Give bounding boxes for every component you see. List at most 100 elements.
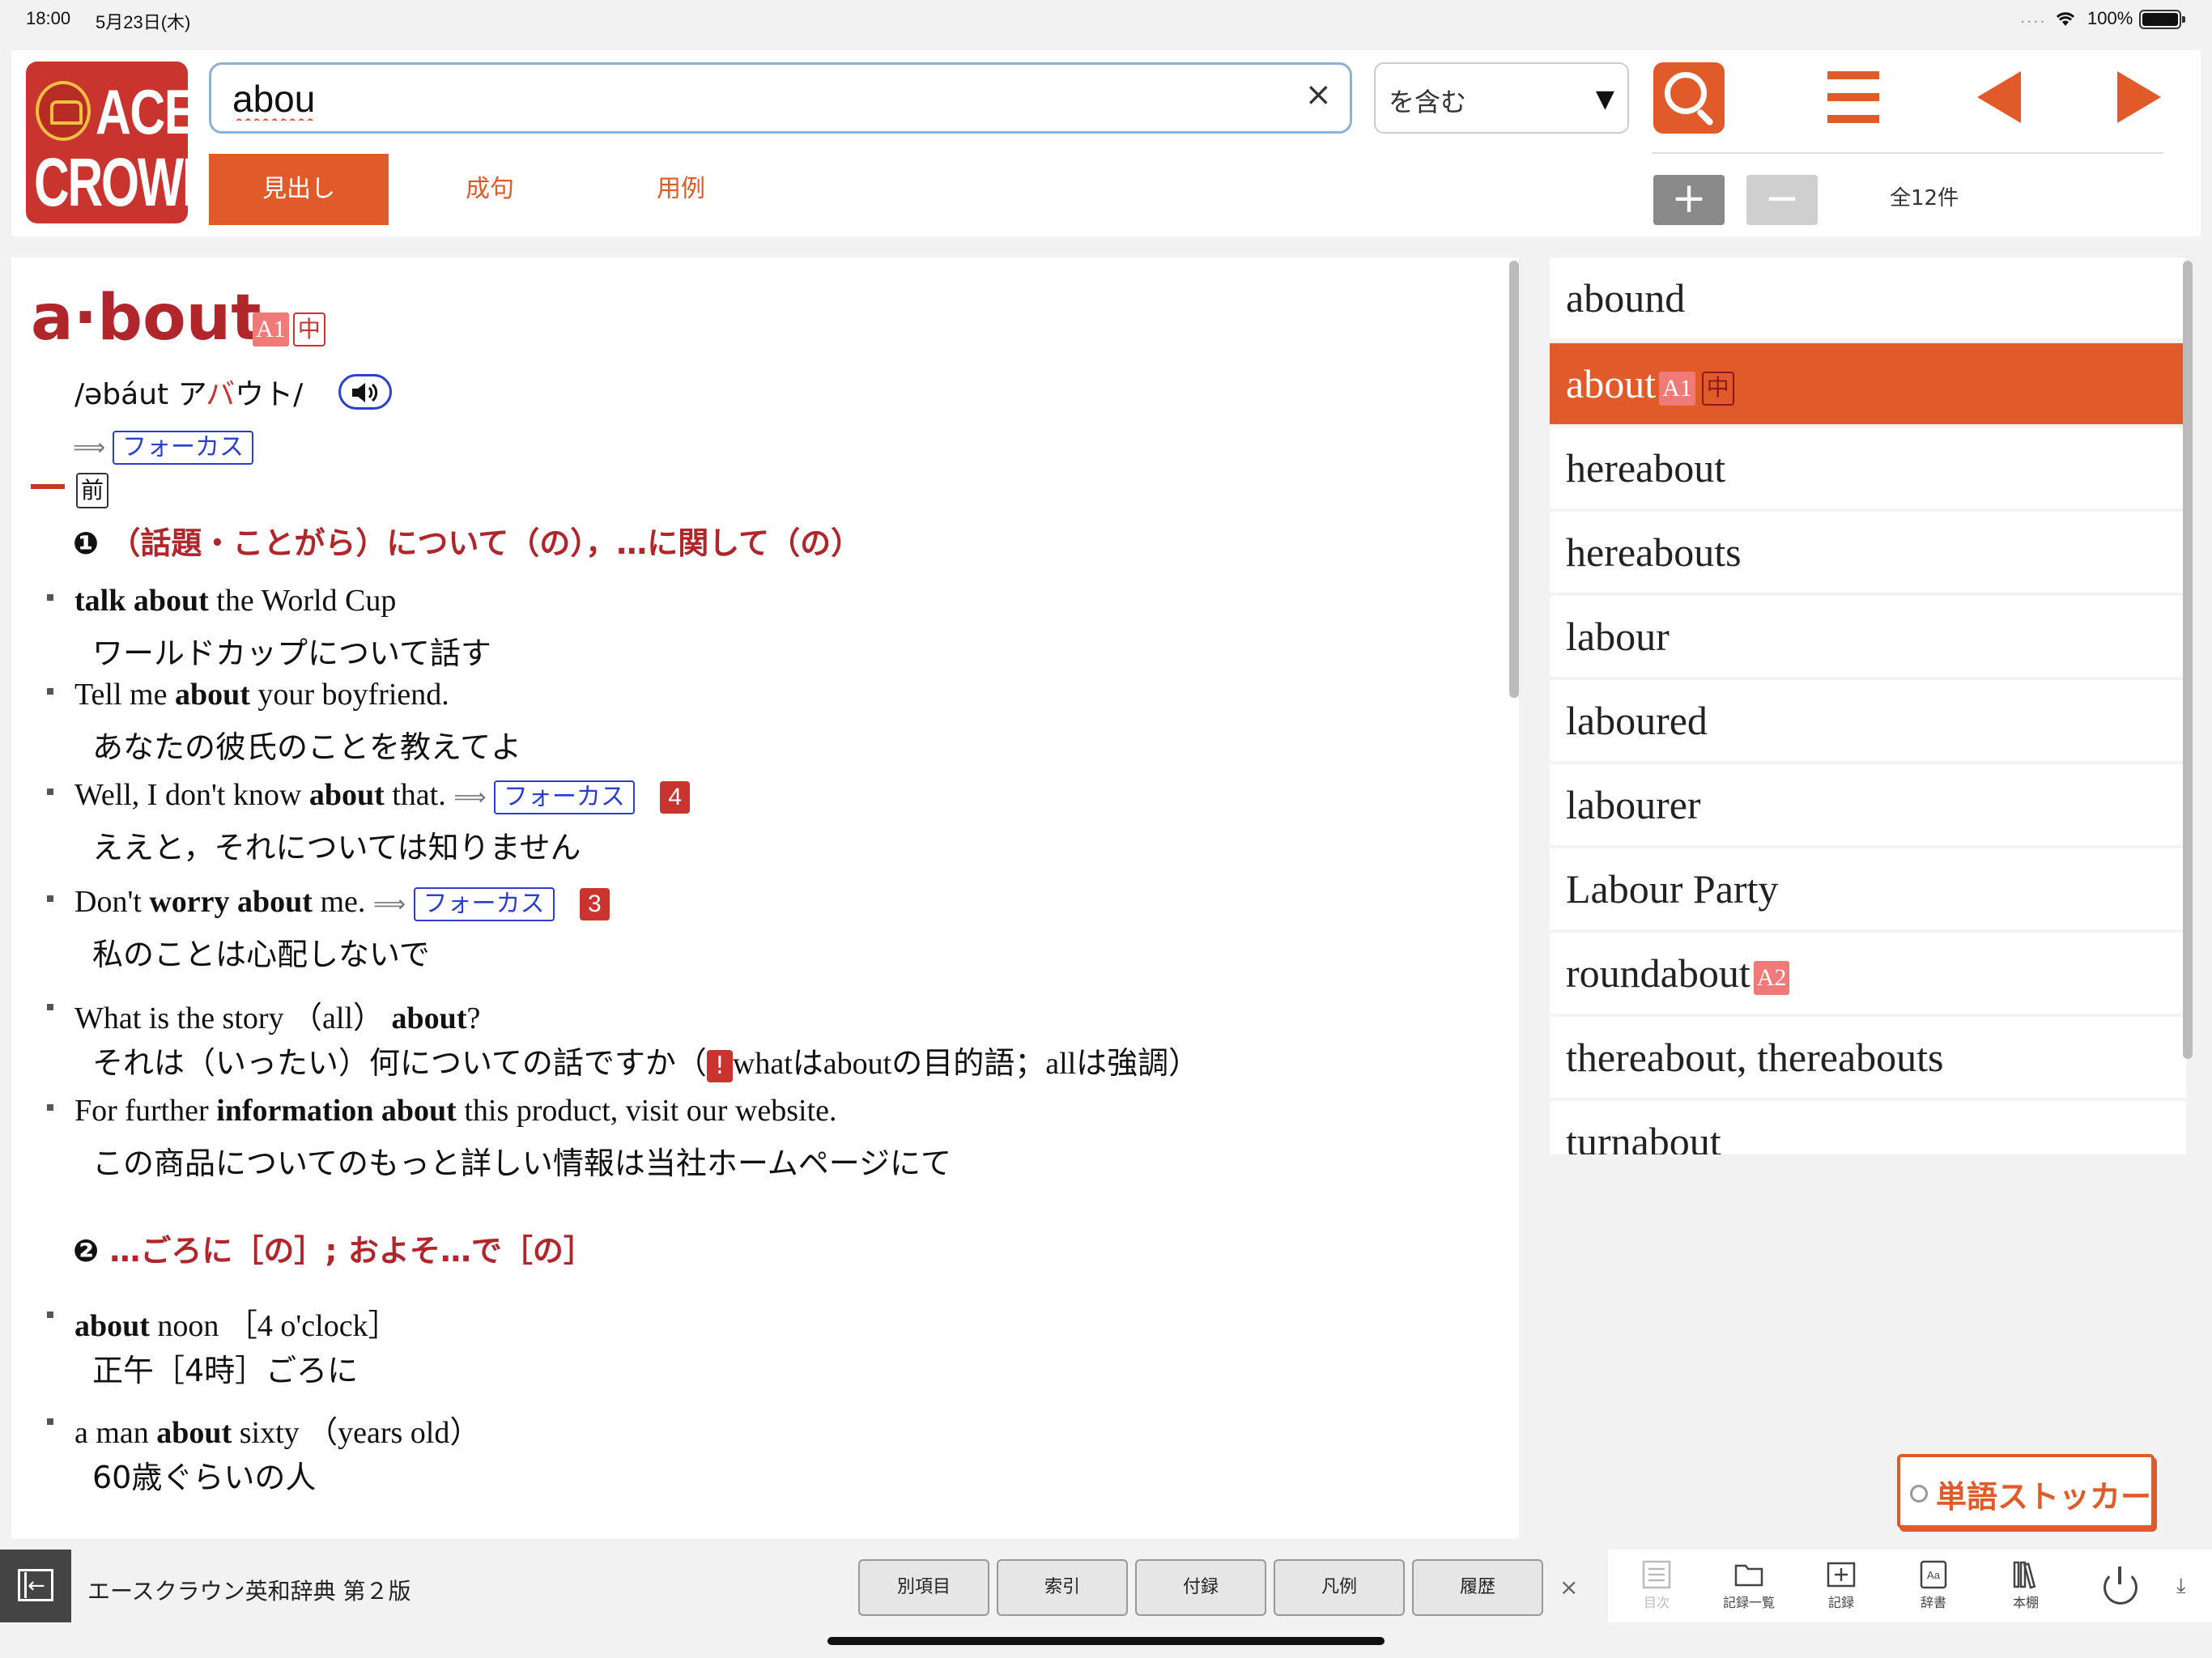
note-icon: !	[706, 1050, 733, 1082]
tab-headword[interactable]: 見出し	[209, 154, 389, 225]
wifi-icon	[2056, 12, 2075, 26]
clear-icon[interactable]: ×	[1304, 76, 1332, 113]
kana-3: ウト/	[235, 378, 304, 411]
focus-ref: ⟹ フォーカス	[73, 431, 254, 465]
search-input[interactable]	[232, 73, 1285, 125]
word-stocker-label: 単語ストッカー	[1936, 1479, 2152, 1515]
sense-number: ❶	[73, 525, 100, 561]
records-list-tool[interactable]: 記録一覧	[1716, 1559, 1781, 1611]
headword: a·bout	[31, 282, 262, 355]
appendix-button[interactable]: 付録	[1135, 1559, 1266, 1616]
speaker-icon[interactable]	[338, 374, 392, 410]
focus-link[interactable]: フォーカス	[493, 780, 635, 814]
download-icon[interactable]: ⤓	[2176, 1574, 2186, 1599]
status-time: 18:00	[26, 8, 71, 28]
search-box[interactable]: ×	[209, 62, 1352, 134]
sense-text: （話題・ことがら）について（の），…に関して（の）	[109, 525, 862, 561]
list-item[interactable]: thereabout, thereabouts	[1550, 1017, 2186, 1098]
legend-button[interactable]: 凡例	[1274, 1559, 1405, 1616]
list-item[interactable]: hereabouts	[1550, 512, 2186, 593]
frequency-badge: 3	[580, 888, 610, 920]
list-item[interactable]: hereabout	[1550, 427, 2186, 508]
close-icon[interactable]: ×	[1559, 1574, 1578, 1601]
list-item[interactable]: roundabout A2	[1550, 933, 2186, 1014]
collapse-icon[interactable]: ←	[0, 1550, 71, 1624]
power-icon[interactable]	[2104, 1567, 2138, 1605]
focus-link[interactable]: フォーカス	[413, 887, 555, 921]
multitask-dots[interactable]: ....	[2020, 6, 2046, 28]
home-indicator[interactable]	[827, 1637, 1385, 1645]
search-mode-value: を含む	[1389, 87, 1467, 117]
list-item[interactable]: labour	[1550, 596, 2186, 677]
result-list: abound about A1 中 hereabout hereabouts lab…	[1550, 257, 2186, 1154]
pos-dash	[31, 484, 65, 489]
zoom-in-button[interactable]: +	[1653, 175, 1725, 225]
bookshelf-tool[interactable]: 本棚	[1993, 1559, 2058, 1611]
list-item[interactable]: turnabout	[1550, 1101, 2186, 1154]
search-mode-select[interactable]: を含む ▼	[1374, 62, 1629, 134]
radio-icon	[1910, 1485, 1928, 1503]
toc-tool[interactable]: 目次	[1624, 1559, 1689, 1611]
list-item-selected[interactable]: about A1 中	[1550, 343, 2186, 424]
focus-link[interactable]: フォーカス	[113, 431, 254, 465]
dictionary-tool[interactable]: Aa 辞書	[1901, 1559, 1966, 1611]
example-keyword: about	[391, 1001, 467, 1035]
folder-icon	[1734, 1564, 1763, 1587]
next-arrow-icon[interactable]	[2117, 71, 2161, 123]
example-translation: あなたの彼氏のことを教えてよ	[92, 729, 522, 765]
list-item[interactable]: Labour Party	[1550, 848, 2186, 929]
chevron-down-icon: ▼	[1595, 85, 1614, 113]
result-count: 全12件	[1890, 186, 1959, 210]
example-translation: 正午［4時］ごろに	[92, 1353, 359, 1388]
example-keyword: about	[74, 1309, 150, 1343]
battery-icon	[2139, 10, 2185, 29]
example-translation: 60歳ぐらいの人	[92, 1460, 317, 1495]
tab-phrases[interactable]: 成句	[400, 154, 580, 225]
ace-crown-logo: ACE CROWN	[26, 62, 218, 223]
menu-icon[interactable]	[1827, 71, 1879, 123]
tab-examples[interactable]: 用例	[591, 154, 771, 225]
history-button[interactable]: 履歴	[1412, 1559, 1543, 1616]
sense-number: ❷	[73, 1233, 100, 1269]
double-arrow-icon: ⟹	[372, 892, 406, 917]
search-button[interactable]	[1653, 62, 1725, 134]
list-item[interactable]: labourer	[1550, 764, 2186, 845]
svg-text:Aa: Aa	[1927, 1569, 1941, 1581]
list-icon	[1642, 1560, 1671, 1589]
sense-1: ❶ （話題・ことがら）について（の），…に関して（の）	[73, 518, 861, 563]
list-item[interactable]: abound	[1550, 257, 2186, 338]
logo-text-ace: ACE	[96, 76, 197, 147]
headword-badges: A1 中	[253, 312, 325, 346]
example-translation: 私のことは心配しないで	[92, 937, 430, 972]
example-keyword: worry about	[149, 885, 313, 919]
search-icon	[1665, 72, 1707, 114]
double-arrow-icon: ⟹	[73, 434, 106, 461]
kana-1: ア	[177, 378, 206, 411]
divider	[1652, 152, 2163, 154]
word-stocker-button[interactable]: 単語ストッカー	[1897, 1454, 2155, 1528]
index-button[interactable]: 索引	[997, 1559, 1128, 1616]
dictionary-icon: Aa	[1920, 1560, 1947, 1589]
battery-percent: 100%	[2087, 8, 2133, 28]
dictionary-name: エースクラウン英和辞典 第２版	[87, 1578, 411, 1605]
example-translation: ええと，それについては知りません	[92, 830, 581, 865]
sense-text: …ごろに［の］; およそ…で［の］	[109, 1233, 594, 1269]
previous-arrow-icon[interactable]	[1977, 71, 2021, 123]
grade-badge: 中	[1701, 371, 1734, 406]
example-keyword: about	[308, 778, 385, 812]
list-item[interactable]: laboured	[1550, 680, 2186, 761]
result-scrollbar[interactable]	[2183, 261, 2193, 1059]
level-badge: A1	[253, 312, 289, 346]
example-translation: それは（いったい）何についての話ですか（! whatはaboutの目的語；allは…	[92, 1045, 1200, 1082]
pronunciation: /əbáut アバウト/	[74, 371, 303, 413]
entry-scrollbar[interactable]	[1509, 261, 1519, 698]
other-entry-button[interactable]: 別項目	[858, 1559, 989, 1616]
frequency-badge: 4	[660, 781, 691, 814]
level-badge: A2	[1753, 960, 1790, 995]
zoom-out-button[interactable]: −	[1746, 175, 1818, 225]
double-arrow-icon: ⟹	[453, 785, 487, 810]
crown-icon	[36, 81, 91, 141]
record-tool[interactable]: 記録	[1809, 1559, 1874, 1611]
example-keyword: about	[174, 678, 250, 712]
part-of-speech: 前	[76, 473, 108, 508]
